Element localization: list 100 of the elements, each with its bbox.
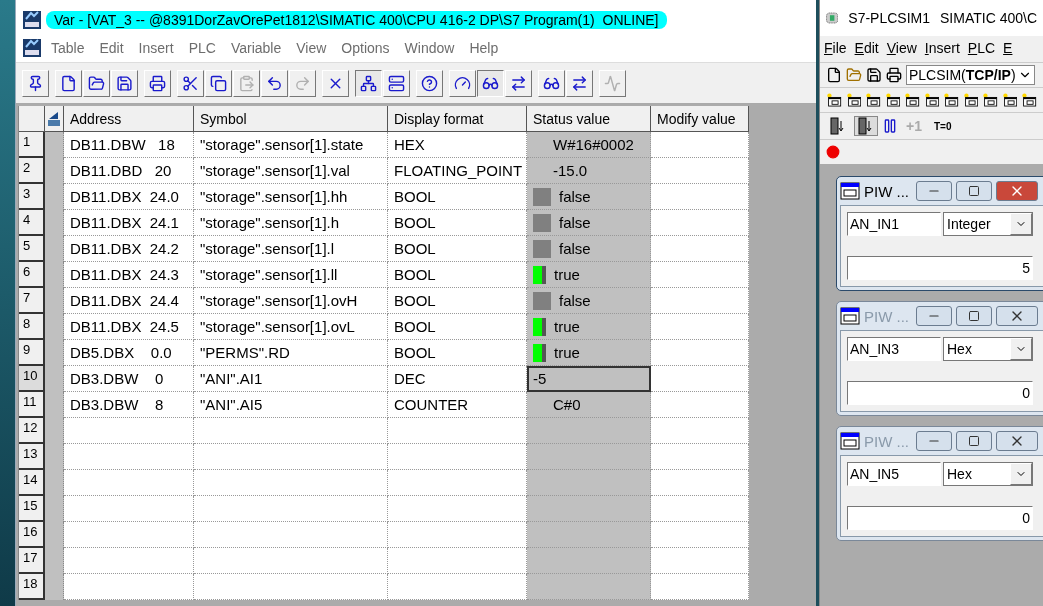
open-folder-icon[interactable] (846, 67, 862, 83)
maximize-button[interactable] (956, 181, 992, 201)
connection-dropdown[interactable]: PLCSIM(TCP/IP) (906, 65, 1035, 85)
row-number[interactable]: 12 (19, 418, 45, 444)
value-field[interactable]: 5 (847, 256, 1033, 280)
toolbar-button[interactable] (355, 69, 382, 97)
menu-item[interactable]: Help (463, 38, 505, 58)
menu-item[interactable]: Table (45, 38, 91, 58)
insert-window-icon (923, 92, 940, 108)
row-number[interactable]: 9 (19, 340, 45, 366)
menu-item[interactable]: PLC (963, 38, 1000, 60)
printer-icon (149, 74, 166, 92)
row-number[interactable]: 10 (19, 366, 45, 392)
insert-window-icon (982, 92, 998, 108)
table-cell: DB11.DBX 24.2 (64, 236, 194, 262)
row-number[interactable]: 14 (19, 470, 45, 496)
scan-mode-button[interactable] (854, 116, 878, 136)
maximize-icon (968, 185, 980, 197)
table-cell: "ANI".AI1 (194, 366, 388, 392)
menu-item[interactable]: File (820, 38, 851, 60)
table-cell: -5 (527, 366, 651, 392)
row-number[interactable]: 18 (19, 574, 45, 600)
menu-item[interactable]: Insert (132, 38, 180, 58)
table-cell: "storage".sensor[1].hh (194, 184, 388, 210)
value-field[interactable]: 0 (847, 506, 1033, 530)
record-icon[interactable] (826, 145, 840, 159)
table-cell: FLOATING_POINT (388, 158, 527, 184)
row-number[interactable]: 3 (19, 184, 45, 210)
menu-item[interactable]: View (882, 38, 921, 60)
column-header[interactable]: Address (64, 106, 194, 133)
column-header[interactable]: Status value (527, 106, 651, 133)
open-folder-icon (88, 74, 105, 92)
row-number[interactable]: 6 (19, 262, 45, 288)
format-dropdown[interactable]: Hex (943, 462, 1033, 486)
gauge-icon (454, 74, 471, 92)
column-header[interactable]: Modify value (651, 106, 749, 133)
menu-item[interactable]: Insert (920, 38, 964, 60)
new-file-icon[interactable] (826, 67, 842, 83)
copy-icon (210, 74, 227, 92)
scissors-icon (182, 74, 199, 92)
app-logo-icon (22, 10, 42, 30)
table-cell: DB3.DBW 8 (64, 392, 194, 418)
table-cell: true (527, 262, 651, 288)
menu-item[interactable]: Edit (93, 38, 130, 58)
server-icon (388, 74, 405, 92)
maximize-button[interactable] (956, 431, 992, 451)
value-field[interactable]: 0 (847, 381, 1033, 405)
format-dropdown[interactable]: Hex (943, 337, 1033, 361)
row-number[interactable]: 7 (19, 288, 45, 314)
address-field[interactable]: AN_IN3 (847, 337, 941, 361)
address-field[interactable]: AN_IN5 (847, 462, 941, 486)
table-cell: false (527, 236, 651, 262)
column-header[interactable]: Display format (388, 106, 527, 133)
row-number[interactable]: 16 (19, 522, 45, 548)
table-cell: "storage".sensor[1].ovH (194, 288, 388, 314)
row-number[interactable]: 2 (19, 158, 45, 184)
save-icon (116, 74, 133, 92)
table-cell: BOOL (388, 210, 527, 236)
wave-icon (604, 74, 621, 92)
table-cell: BOOL (388, 184, 527, 210)
row-number[interactable]: 13 (19, 444, 45, 470)
format-dropdown[interactable]: Integer (943, 212, 1033, 236)
save-icon[interactable] (866, 67, 882, 83)
network-icon (360, 74, 377, 92)
table-cell: DB11.DBX 24.4 (64, 288, 194, 314)
menu-item[interactable]: Variable (224, 38, 288, 58)
close-button[interactable] (996, 181, 1038, 201)
insert-window-icon (884, 92, 901, 108)
row-number[interactable]: 5 (19, 236, 45, 262)
table-cell: DB11.DBW 18 (64, 132, 194, 158)
menu-item[interactable]: Options (335, 38, 396, 58)
table-cell: BOOL (388, 314, 527, 340)
row-number[interactable]: 11 (19, 392, 45, 418)
table-cell: -15.0 (527, 158, 651, 184)
window-title: PIW ... (864, 432, 910, 450)
arrows-icon (510, 74, 527, 92)
menu-item[interactable]: View (290, 38, 333, 58)
table-cell: false (527, 288, 651, 314)
row-number[interactable]: 4 (19, 210, 45, 236)
menu-item[interactable]: Window (398, 38, 461, 58)
column-header[interactable]: Symbol (194, 106, 388, 133)
menu-item[interactable]: E (999, 38, 1017, 60)
maximize-button[interactable] (956, 306, 992, 326)
menu-item[interactable]: PLC (182, 38, 222, 58)
address-field[interactable]: AN_IN1 (847, 212, 941, 236)
window-title: Var - [VAT_3 -- @8391DorZavOrePet1812\SIMATIC 400\CPU 416-2 DP\S7 Program(1) ONLINE] (46, 11, 667, 29)
row-number[interactable]: 17 (19, 548, 45, 574)
toolbar-button[interactable] (477, 69, 504, 97)
maximize-icon (968, 435, 980, 447)
row-number[interactable]: 15 (19, 496, 45, 522)
pause-icon[interactable] (882, 118, 898, 134)
table-icon (47, 110, 61, 127)
insert-window-icon (1001, 92, 1018, 108)
printer-icon[interactable] (886, 67, 902, 83)
insert-window-icon (826, 92, 842, 108)
menu-item[interactable]: Edit (850, 38, 883, 60)
row-number[interactable]: 1 (19, 132, 45, 158)
row-gutter-cell (45, 574, 64, 600)
table-cell: HEX (388, 132, 527, 158)
row-number[interactable]: 8 (19, 314, 45, 340)
